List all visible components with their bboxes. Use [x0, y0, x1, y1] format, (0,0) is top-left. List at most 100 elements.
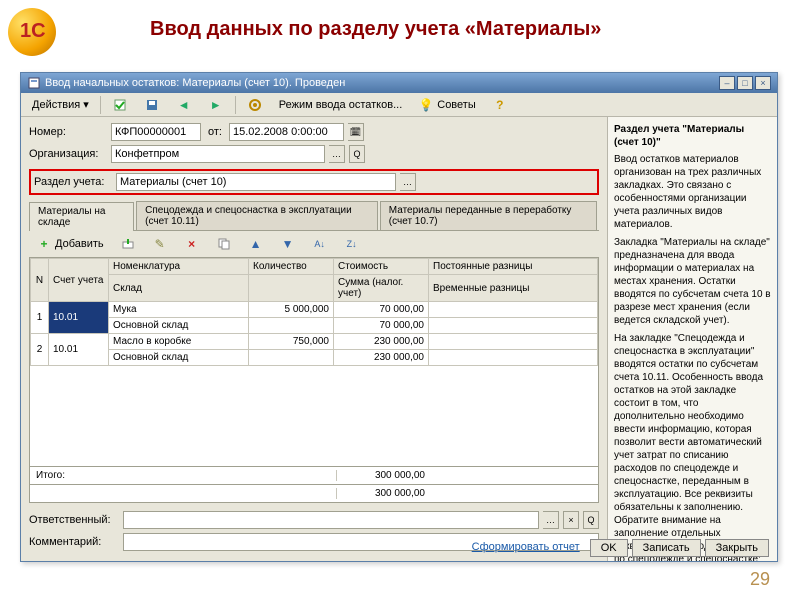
cell-acct[interactable]: 10.01 [49, 334, 109, 366]
help-p2: Закладка "Материалы на складе" предназна… [614, 236, 771, 327]
insert-button[interactable] [113, 234, 143, 254]
section-highlight: Раздел учета: … [29, 169, 599, 195]
mode-button[interactable]: Режим ввода остатков... [272, 95, 410, 115]
org-select-button[interactable]: … [329, 145, 345, 163]
cell-perm[interactable] [429, 302, 598, 318]
cell-wh[interactable]: Основной склад [109, 350, 249, 366]
minimize-button[interactable]: – [719, 76, 735, 90]
report-link[interactable]: Сформировать отчет [466, 539, 586, 557]
cell-n: 2 [31, 334, 49, 366]
help-title: Раздел учета "Материалы (счет 10)" [614, 123, 771, 149]
cell-qty[interactable]: 750,000 [249, 334, 334, 350]
doc-icon [27, 76, 41, 90]
col-acct: Счет учета [49, 259, 109, 302]
table-row[interactable]: Основной склад 70 000,00 [31, 318, 598, 334]
actions-menu[interactable]: Действия ▾ [25, 95, 96, 115]
org-open-button[interactable]: Q [349, 145, 365, 163]
number-label: Номер: [29, 126, 107, 138]
sort-asc-button[interactable]: A↓ [305, 234, 335, 254]
delete-row-button[interactable]: × [177, 234, 207, 254]
sort-desc-button[interactable]: Z↓ [337, 234, 367, 254]
help-p3: На закладке "Спецодежда и спецоснастка в… [614, 332, 771, 561]
cell-taxsum[interactable]: 230 000,00 [334, 350, 429, 366]
slide-number: 29 [750, 569, 770, 590]
arrow-left-icon: ◄ [176, 97, 192, 113]
add-row-button[interactable]: + Добавить [29, 234, 111, 254]
close-button[interactable]: Закрыть [705, 539, 769, 557]
cell-perm[interactable] [429, 334, 598, 350]
cell-temp[interactable] [429, 350, 598, 366]
save-button-icon[interactable] [137, 95, 167, 115]
cell-taxsum[interactable]: 70 000,00 [334, 318, 429, 334]
section-select-button[interactable]: … [400, 173, 416, 191]
resp-label: Ответственный: [29, 514, 119, 526]
post-button[interactable] [105, 95, 135, 115]
save-button[interactable]: Записать [632, 539, 701, 557]
totals-row: Итого: 300 000,00 [29, 467, 599, 485]
slide-title: Ввод данных по разделу учета «Материалы» [0, 0, 800, 41]
org-label: Организация: [29, 148, 107, 160]
date-picker-button[interactable]: 🗓 [348, 123, 364, 141]
tab-workwear[interactable]: Спецодежда и спецоснастка в эксплуатации… [136, 201, 378, 230]
date-label: от: [208, 126, 222, 138]
materials-grid[interactable]: N Счет учета Номенклатура Количество Сто… [29, 257, 599, 467]
plus-icon: + [36, 236, 52, 252]
tab-stock[interactable]: Материалы на складе [29, 202, 134, 231]
tips-label: Советы [437, 99, 475, 111]
total-label: Итого: [30, 470, 336, 481]
resp-open-button[interactable]: Q [583, 511, 599, 529]
help-p1: Ввод остатков материалов организован на … [614, 153, 771, 231]
nav-left-button[interactable]: ◄ [169, 95, 199, 115]
dropdown-icon: ▾ [83, 98, 89, 111]
col-qty: Количество [249, 259, 334, 275]
cell-qty[interactable]: 5 000,000 [249, 302, 334, 318]
close-window-button[interactable]: × [755, 76, 771, 90]
col-perm: Постоянные разницы [429, 259, 598, 275]
grid-toolbar: + Добавить ✎ × ▲ ▼ A↓ Z↓ [29, 231, 599, 257]
resp-clear-button[interactable]: × [563, 511, 579, 529]
arrow-right-icon: ► [208, 97, 224, 113]
edit-row-button[interactable]: ✎ [145, 234, 175, 254]
post-icon [112, 97, 128, 113]
col-temp: Временные разницы [429, 275, 598, 302]
tab-processing[interactable]: Материалы переданные в переработку (счет… [380, 201, 597, 230]
cell-wh[interactable]: Основной склад [109, 318, 249, 334]
col-wh: Склад [109, 275, 249, 302]
cell-cost[interactable]: 230 000,00 [334, 334, 429, 350]
resp-select-button[interactable]: … [543, 511, 559, 529]
resp-field[interactable] [123, 511, 539, 529]
col-n: N [31, 259, 49, 302]
x-icon: × [184, 236, 200, 252]
logo: 1C [8, 8, 68, 68]
totals-row-2: 300 000,00 [29, 485, 599, 503]
move-up-button[interactable]: ▲ [241, 234, 271, 254]
org-field[interactable] [111, 145, 325, 163]
date-field[interactable] [229, 123, 344, 141]
cell-nom[interactable]: Масло в коробке [109, 334, 249, 350]
table-row[interactable]: 1 10.01 Мука 5 000,000 70 000,00 [31, 302, 598, 318]
actions-label: Действия [32, 99, 80, 111]
table-row[interactable]: Основной склад 230 000,00 [31, 350, 598, 366]
insert-icon [120, 236, 136, 252]
question-icon: ? [492, 97, 508, 113]
tips-button[interactable]: 💡 Советы [411, 95, 482, 115]
help-panel: Раздел учета "Материалы (счет 10)" Ввод … [607, 117, 777, 561]
help-button[interactable]: ? [485, 95, 515, 115]
total-tax: 300 000,00 [336, 488, 431, 499]
copy-row-button[interactable] [209, 234, 239, 254]
maximize-button[interactable]: □ [737, 76, 753, 90]
disk-icon [144, 97, 160, 113]
cell-nom[interactable]: Мука [109, 302, 249, 318]
cell-temp[interactable] [429, 318, 598, 334]
cell-acct[interactable]: 10.01 [49, 302, 109, 334]
cell-cost[interactable]: 70 000,00 [334, 302, 429, 318]
settings-button[interactable] [240, 95, 270, 115]
section-field[interactable] [116, 173, 396, 191]
table-row[interactable]: 2 10.01 Масло в коробке 750,000 230 000,… [31, 334, 598, 350]
col-nom: Номенклатура [109, 259, 249, 275]
move-down-button[interactable]: ▼ [273, 234, 303, 254]
sort-asc-icon: A↓ [312, 236, 328, 252]
number-field[interactable] [111, 123, 201, 141]
ok-button[interactable]: OK [590, 539, 628, 557]
nav-right-button[interactable]: ► [201, 95, 231, 115]
